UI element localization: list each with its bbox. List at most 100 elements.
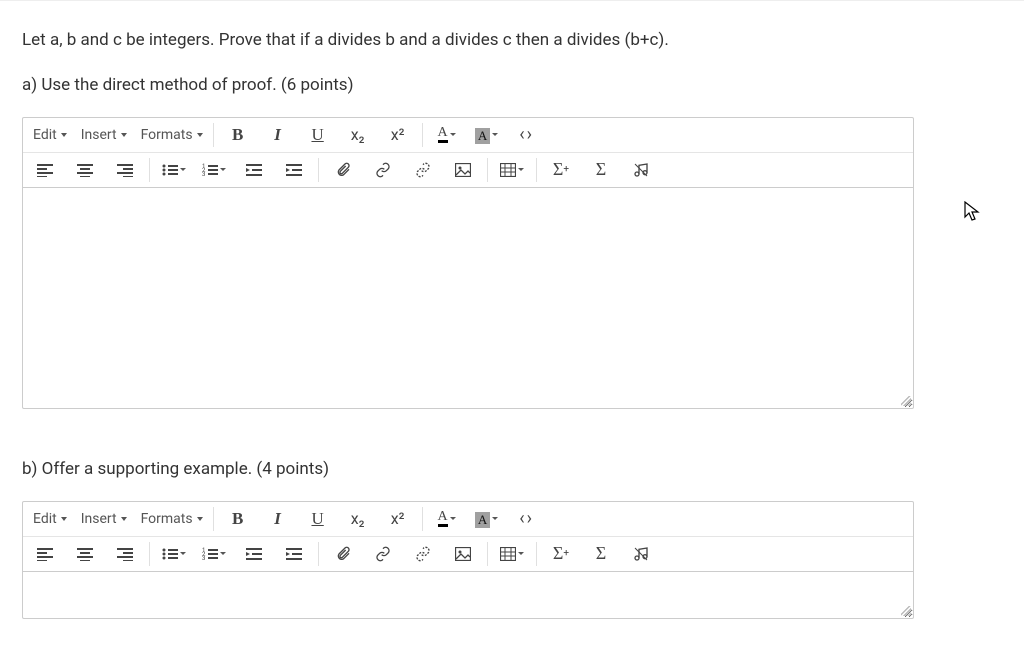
text-color-button[interactable]: A: [427, 121, 467, 149]
align-center-button[interactable]: [65, 156, 105, 184]
text-color-icon: A: [438, 511, 448, 527]
caret-down-icon: [180, 168, 186, 171]
equation-insert-button[interactable]: Σ+: [541, 540, 581, 568]
media-button[interactable]: [621, 156, 661, 184]
menu-edit[interactable]: Edit: [25, 502, 73, 536]
align-right-icon: [117, 163, 133, 177]
subscript-icon: x₂: [351, 509, 365, 528]
toolbar-separator: [149, 158, 150, 182]
toolbar-separator: [422, 507, 423, 531]
menu-insert[interactable]: Insert: [73, 502, 133, 536]
table-icon: [500, 163, 516, 177]
numbered-list-button[interactable]: 1 2 3: [194, 156, 234, 184]
superscript-button[interactable]: x²: [378, 505, 418, 533]
caret-down-icon: [518, 168, 524, 171]
text-color-button[interactable]: A: [427, 505, 467, 533]
answer-editor-a: Edit Insert Formats B I U x₂ x² A: [22, 117, 914, 409]
editor-content-area[interactable]: [23, 188, 913, 408]
menu-edit-label: Edit: [33, 511, 57, 527]
editor-content-area[interactable]: [23, 572, 913, 618]
equation-insert-button[interactable]: Σ+: [541, 156, 581, 184]
code-button[interactable]: ‹›: [507, 121, 547, 149]
attachment-button[interactable]: [323, 156, 363, 184]
align-center-button[interactable]: [65, 540, 105, 568]
unlink-button[interactable]: [403, 156, 443, 184]
align-right-button[interactable]: [105, 540, 145, 568]
media-button[interactable]: [621, 540, 661, 568]
menu-formats-label: Formats: [141, 511, 193, 527]
equation-button[interactable]: Σ: [581, 156, 621, 184]
underline-button[interactable]: U: [298, 121, 338, 149]
italic-button[interactable]: I: [258, 121, 298, 149]
underline-icon: U: [311, 125, 323, 145]
svg-text:3: 3: [202, 555, 205, 561]
unlink-button[interactable]: [403, 540, 443, 568]
code-icon: ‹›: [519, 508, 534, 529]
svg-text:3: 3: [202, 171, 205, 177]
superscript-button[interactable]: x²: [378, 121, 418, 149]
bullet-list-icon: [162, 547, 178, 561]
menu-formats[interactable]: Formats: [133, 118, 209, 152]
indent-button[interactable]: [274, 540, 314, 568]
outdent-button[interactable]: [234, 540, 274, 568]
toolbar-separator: [149, 542, 150, 566]
superscript-icon: x²: [391, 509, 405, 528]
align-right-button[interactable]: [105, 156, 145, 184]
unlink-icon: [415, 546, 431, 562]
music-icon: [632, 162, 650, 178]
bold-icon: B: [232, 509, 243, 529]
background-color-button[interactable]: A: [467, 121, 507, 149]
background-color-button[interactable]: A: [467, 505, 507, 533]
table-icon: [500, 547, 516, 561]
menu-edit-label: Edit: [33, 127, 57, 143]
menu-insert[interactable]: Insert: [73, 118, 133, 152]
numbered-list-button[interactable]: 1 2 3: [194, 540, 234, 568]
subscript-button[interactable]: x₂: [338, 505, 378, 533]
question-part-b: b) Offer a supporting example. (4 points…: [22, 459, 1002, 479]
image-icon: [455, 547, 471, 561]
link-button[interactable]: [363, 540, 403, 568]
bullet-list-button[interactable]: [154, 540, 194, 568]
italic-button[interactable]: I: [258, 505, 298, 533]
menu-formats[interactable]: Formats: [133, 502, 209, 536]
caret-down-icon: [518, 552, 524, 555]
attachment-button[interactable]: [323, 540, 363, 568]
sigma-plus-icon: Σ: [553, 159, 563, 180]
sigma-icon: Σ: [596, 543, 606, 564]
link-button[interactable]: [363, 156, 403, 184]
toolbar-separator: [422, 123, 423, 147]
music-icon: [632, 546, 650, 562]
align-center-icon: [77, 547, 93, 561]
table-button[interactable]: [492, 540, 532, 568]
underline-button[interactable]: U: [298, 505, 338, 533]
editor-toolbar: Edit Insert Formats B I U x₂ x² A: [23, 118, 913, 188]
subscript-button[interactable]: x₂: [338, 121, 378, 149]
indent-button[interactable]: [274, 156, 314, 184]
menu-edit[interactable]: Edit: [25, 118, 73, 152]
toolbar-separator: [536, 542, 537, 566]
table-button[interactable]: [492, 156, 532, 184]
image-button[interactable]: [443, 156, 483, 184]
bullet-list-button[interactable]: [154, 156, 194, 184]
numbered-list-icon: 1 2 3: [202, 547, 218, 561]
align-left-icon: [37, 547, 53, 561]
caret-down-icon: [450, 133, 456, 136]
equation-button[interactable]: Σ: [581, 540, 621, 568]
caret-down-icon: [197, 133, 203, 137]
outdent-button[interactable]: [234, 156, 274, 184]
caret-down-icon: [492, 517, 498, 520]
caret-down-icon: [61, 517, 67, 521]
caret-down-icon: [220, 168, 226, 171]
answer-editor-b: Edit Insert Formats B I U x₂ x² A: [22, 501, 914, 619]
align-left-button[interactable]: [25, 540, 65, 568]
menu-insert-label: Insert: [81, 511, 117, 527]
caret-down-icon: [180, 552, 186, 555]
code-button[interactable]: ‹›: [507, 505, 547, 533]
bold-button[interactable]: B: [218, 121, 258, 149]
image-button[interactable]: [443, 540, 483, 568]
caret-down-icon: [121, 133, 127, 137]
bold-button[interactable]: B: [218, 505, 258, 533]
caret-down-icon: [492, 133, 498, 136]
align-left-button[interactable]: [25, 156, 65, 184]
italic-icon: I: [274, 125, 281, 145]
